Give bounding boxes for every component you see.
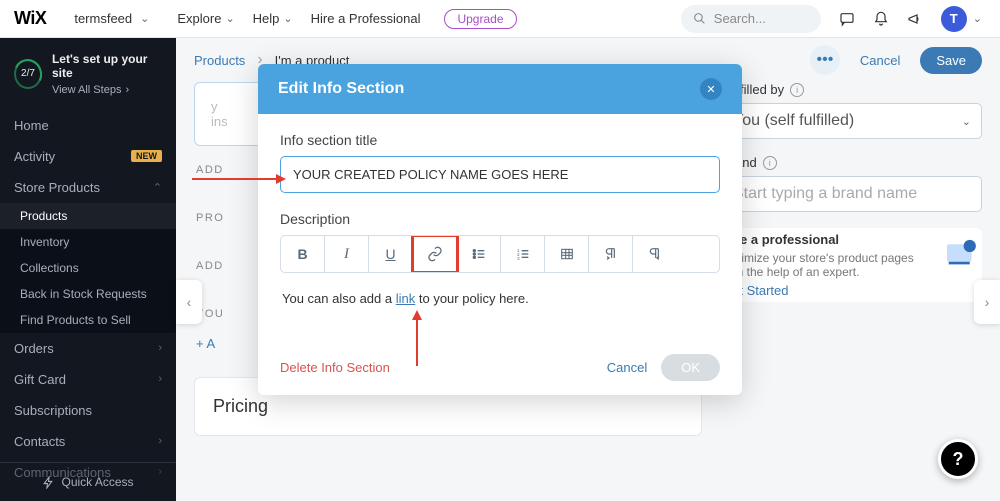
upgrade-button[interactable]: Upgrade [444,9,516,29]
chevron-down-icon: ⌄ [140,12,149,25]
description-link[interactable]: link [396,291,416,306]
numbered-list-icon: 123 [515,246,531,262]
setup-progress[interactable]: 2/7 Let's set up your site View All Step… [0,38,176,110]
chevron-up-icon: ⌃ [153,181,162,194]
chevron-right-icon: › [158,373,162,385]
more-button[interactable]: ••• [810,45,840,75]
save-button[interactable]: Save [920,47,982,74]
rtl-icon [647,246,663,262]
italic-button[interactable]: I [325,236,369,272]
sidebar-item-products[interactable]: Products [0,203,176,229]
avatar: T [941,6,967,32]
info-title-input[interactable] [280,156,720,193]
header-cancel-button[interactable]: Cancel [852,53,908,68]
nav-help[interactable]: Help⌄ [253,11,293,26]
prev-product-button[interactable]: ‹ [176,280,202,324]
site-selector[interactable]: termsfeed ⌄ [60,11,163,26]
sidebar-item-activity[interactable]: ActivityNEW [0,141,176,172]
svg-text:3: 3 [517,256,520,261]
description-label: Description [280,211,720,227]
close-icon[interactable]: ✕ [700,78,722,100]
hire-pro-title: Hire a professional [722,232,930,247]
chevron-right-icon: › [125,84,129,96]
table-button[interactable] [545,236,589,272]
new-badge: NEW [131,150,162,162]
search-placeholder: Search... [714,11,766,26]
rich-text-toolbar: B I U 123 [280,235,720,273]
ltr-icon [603,246,619,262]
delete-info-section-button[interactable]: Delete Info Section [280,360,390,375]
bullet-list-button[interactable] [457,236,501,272]
sidebar-item-gift-card[interactable]: Gift Card› [0,364,176,395]
pricing-title: Pricing [213,396,683,417]
fulfilled-by-label: Fulfilled byi [722,82,982,97]
numbered-list-button[interactable]: 123 [501,236,545,272]
table-icon [559,246,575,262]
nav-hire[interactable]: Hire a Professional [311,11,421,26]
annotation-arrow-icon [408,310,426,368]
chevron-right-icon: › [158,342,162,354]
modal-cancel-button[interactable]: Cancel [607,360,647,375]
hire-pro-body: Optimize your store's product pages with… [722,251,930,279]
chevron-down-icon: ⌄ [283,12,292,25]
next-product-button[interactable]: › [974,280,1000,324]
brand-input[interactable]: Start typing a brand name [722,176,982,212]
site-name: termsfeed [74,11,132,26]
brand-label: Brandi [722,155,982,170]
setup-title: Let's set up your site [52,52,162,81]
sidebar-item-home[interactable]: Home [0,110,176,141]
modal-title: Edit Info Section [278,80,404,98]
expert-illustration-icon [940,232,982,274]
link-button[interactable] [413,236,457,272]
breadcrumb-products[interactable]: Products [194,53,245,68]
sidebar-item-inventory[interactable]: Inventory [0,229,176,255]
progress-ring: 2/7 [14,59,42,89]
help-button[interactable]: ? [938,439,978,479]
modal-ok-button[interactable]: OK [661,354,720,381]
description-text: to your policy here. [415,291,528,306]
info-icon[interactable]: i [763,156,777,170]
edit-info-section-modal: Edit Info Section ✕ Info section title D… [258,64,742,395]
view-all-steps[interactable]: View All Steps› [52,84,162,96]
hire-pro-card: Hire a professional Optimize your store'… [722,228,982,302]
description-text: You can also add a [282,291,396,306]
sidebar-section-store-products[interactable]: Store Products⌃ [0,172,176,203]
chevron-right-icon: › [158,435,162,447]
megaphone-icon[interactable] [907,11,923,27]
bold-button[interactable]: B [281,236,325,272]
nav-explore[interactable]: Explore ⌄ [177,11,234,26]
sidebar-item-collections[interactable]: Collections [0,255,176,281]
chevron-down-icon: ⌄ [973,12,982,25]
nav-hire-label: Hire a Professional [311,11,421,26]
sidebar-item-subscriptions[interactable]: Subscriptions [0,395,176,426]
rtl-button[interactable] [633,236,677,272]
sidebar-item-contacts[interactable]: Contacts› [0,426,176,457]
sidebar-item-find-products[interactable]: Find Products to Sell [0,307,176,333]
fulfilled-by-select[interactable]: You (self fulfilled)⌄ [722,103,982,139]
chevron-down-icon: ⌄ [225,12,234,25]
bullet-list-icon [471,246,487,262]
info-icon[interactable]: i [790,83,804,97]
get-started-link[interactable]: Get Started [722,283,930,298]
chat-icon[interactable] [839,11,855,27]
account-menu[interactable]: T ⌄ [941,6,982,32]
nav-explore-label: Explore [177,11,221,26]
quick-access[interactable]: Quick Access [0,462,176,501]
bolt-icon [42,476,55,489]
chevron-down-icon: ⌄ [962,115,971,128]
description-editor[interactable]: You can also add a link to your policy h… [280,283,720,346]
sidebar-item-orders[interactable]: Orders› [0,333,176,364]
link-icon [427,246,443,262]
wix-logo[interactable]: WiX [0,8,60,29]
info-title-label: Info section title [280,132,720,148]
underline-button[interactable]: U [369,236,413,272]
search-input[interactable]: Search... [681,5,821,33]
search-icon [693,12,706,25]
annotation-arrow-icon [190,170,286,188]
sidebar-item-back-in-stock[interactable]: Back in Stock Requests [0,281,176,307]
ltr-button[interactable] [589,236,633,272]
nav-help-label: Help [253,11,280,26]
bell-icon[interactable] [873,11,889,27]
